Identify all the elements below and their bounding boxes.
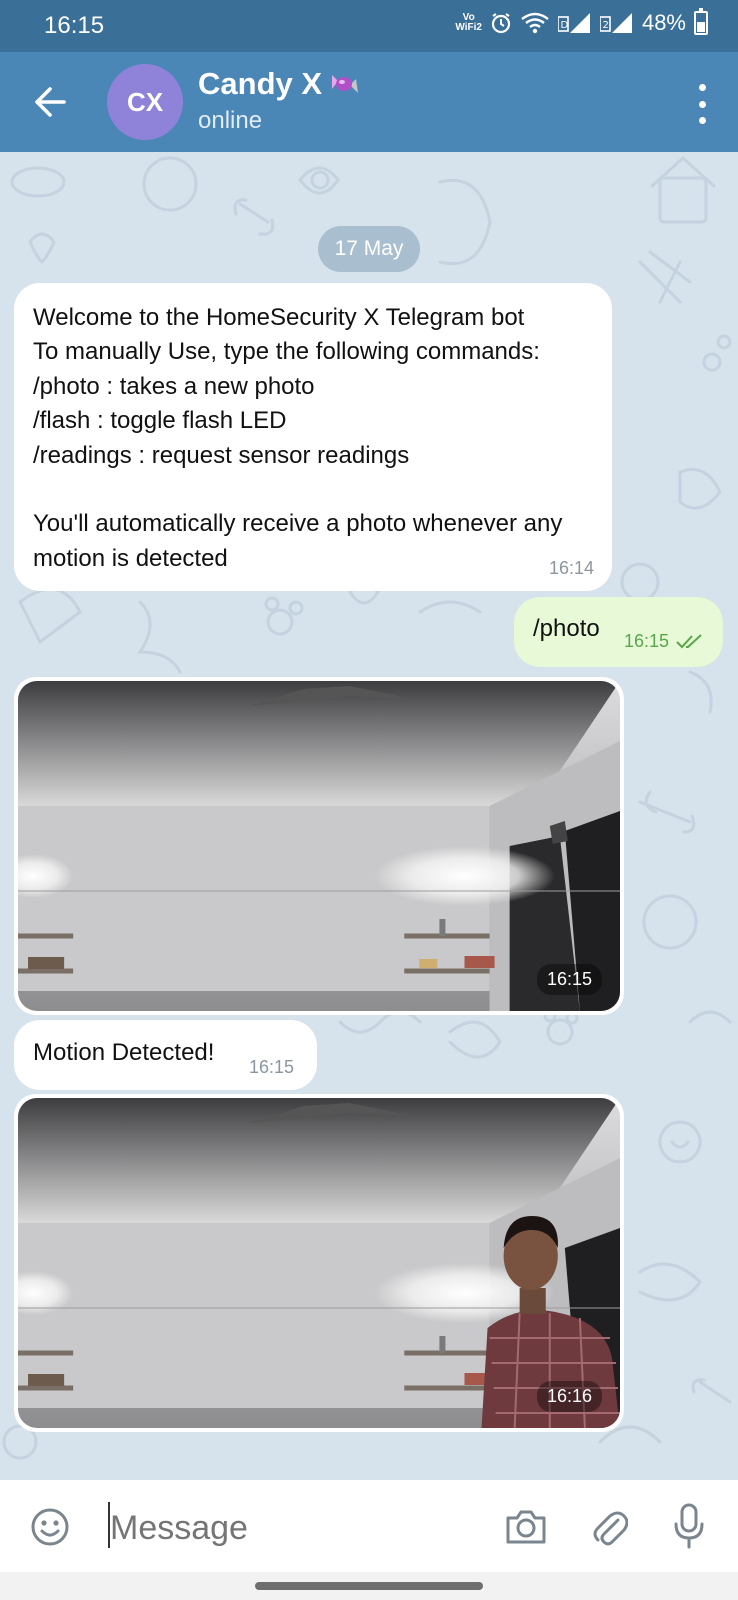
battery-percent: 48% [641, 10, 686, 35]
signal-1-icon: D [557, 13, 590, 33]
incoming-photo-motion[interactable]: 16:16 [14, 1094, 624, 1432]
candy-emoji-icon [332, 75, 359, 93]
status-time: 16:15 [44, 12, 105, 39]
avatar[interactable]: CX [107, 64, 183, 140]
chat-title-text: Candy X [198, 66, 323, 101]
photo-time: 16:15 [536, 964, 602, 995]
back-arrow-icon[interactable] [30, 80, 70, 124]
status-icons: Vo WiFi2 D 2 48% [455, 8, 708, 36]
attach-icon[interactable] [590, 1504, 628, 1548]
double-check-icon [676, 633, 702, 648]
message-time: 16:15 [249, 1057, 295, 1077]
message-text: Welcome to the HomeSecurity X Telegram b… [33, 304, 563, 572]
status-bar: 16:15 Vo WiFi2 D 2 48% [0, 0, 738, 52]
photo-time: 16:16 [536, 1381, 602, 1412]
vowifi-label-bottom: WiFi2 [455, 22, 482, 33]
incoming-photo[interactable]: 16:15 [14, 677, 624, 1015]
signal-2-icon: 2 [599, 13, 632, 33]
camera-photo-person: 16:16 [18, 1098, 620, 1428]
room-photo-image [18, 681, 620, 1011]
battery-icon [694, 8, 708, 35]
svg-text:2: 2 [602, 20, 608, 31]
room-photo-person-image [18, 1098, 620, 1428]
outgoing-message-photo-command[interactable]: /photo 16:15 [514, 597, 723, 667]
message-text: Motion Detected! [33, 1039, 215, 1066]
vowifi-icon: Vo WiFi2 [455, 13, 482, 33]
incoming-message-motion[interactable]: Motion Detected! 16:15 [14, 1020, 317, 1090]
svg-text:D: D [560, 20, 568, 31]
date-divider: 17 May [318, 226, 420, 272]
message-text: /photo [533, 615, 600, 642]
wifi-icon [521, 12, 549, 34]
chat-area[interactable]: 17 May Welcome to the HomeSecurity X Tel… [0, 152, 738, 1480]
chat-header: CX Candy X online [0, 52, 738, 152]
camera-icon[interactable] [504, 1506, 548, 1546]
home-gesture-handle[interactable] [255, 1582, 483, 1590]
message-composer [0, 1480, 738, 1572]
avatar-initials: CX [126, 86, 164, 117]
camera-photo-room: 16:15 [18, 681, 620, 1011]
system-nav-bar [0, 1572, 738, 1600]
message-time: 16:15 [624, 631, 670, 651]
more-options-icon[interactable] [696, 84, 708, 124]
incoming-message-welcome[interactable]: Welcome to the HomeSecurity X Telegram b… [14, 283, 612, 591]
microphone-icon[interactable] [672, 1502, 706, 1550]
alarm-icon [491, 13, 511, 34]
message-time-status: 16:15 [624, 631, 703, 652]
message-input[interactable] [110, 1506, 470, 1550]
message-time: 16:14 [548, 558, 594, 578]
chat-title[interactable]: Candy X [198, 66, 364, 102]
chat-status: online [198, 107, 263, 134]
emoji-icon[interactable] [30, 1507, 70, 1547]
